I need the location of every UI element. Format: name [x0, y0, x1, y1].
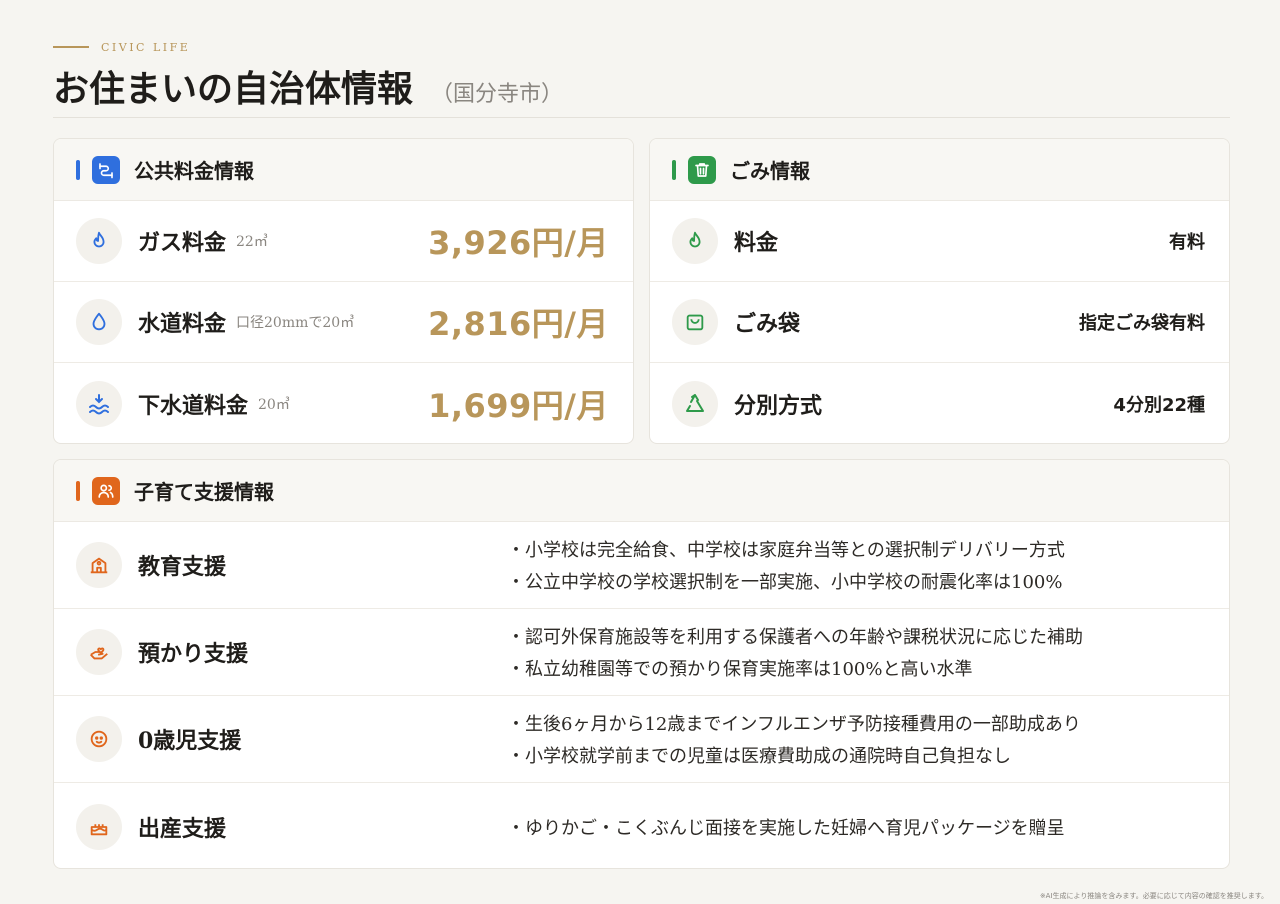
garbage-card: ごみ情報 料金 有料 ごみ袋 指定ごみ袋有料 分別方式 4分別22種: [649, 138, 1230, 444]
utility-label: 下水道料金: [138, 392, 249, 419]
childcare-card: 子育て支援情報 教育支援 ・小学校は完全給食、中学校は家庭弁当等との選択制デリバ…: [53, 459, 1230, 869]
garbage-row-sorting: 分別方式 4分別22種: [650, 363, 1229, 443]
eyebrow-line: [53, 46, 89, 48]
bullet-item: ・小学校は完全給食、中学校は家庭弁当等との選択制デリバリー方式: [507, 540, 1065, 561]
garbage-row-fee: 料金 有料: [650, 201, 1229, 282]
bullet-item: ・私立幼稚園等での預かり保育実施率は100%と高い水準: [507, 659, 973, 680]
bullet-item: ・ゆりかご・こくぶんじ面接を実施した妊婦へ育児パッケージを贈呈: [507, 817, 1065, 839]
utility-row-water: 水道料金 口径20mmで20㎥ 2,816円/月: [54, 282, 633, 363]
utilities-card: 公共料金情報 ガス料金 22㎥ 3,926円/月 水道料金 口径20mmで20㎥…: [53, 138, 634, 444]
childcare-label: 教育支援: [138, 554, 227, 580]
bullet-item: ・生後6ヶ月から12歳までインフルエンザ予防接種費用の一部助成あり: [507, 714, 1081, 735]
garbage-title: ごみ情報: [730, 159, 810, 183]
childcare-row-birth: 出産支援 ・ゆりかご・こくぶんじ面接を実施した妊婦へ育児パッケージを贈呈: [54, 783, 1229, 868]
utility-note: 20㎥: [258, 396, 290, 413]
childcare-card-header: 子育て支援情報: [54, 460, 1229, 522]
flame-icon: [672, 218, 718, 264]
water-drop-icon: [76, 299, 122, 345]
bullet-list: ・認可外保育施設等を利用する保護者への年齢や課税状況に応じた補助 ・私立幼稚園等…: [507, 623, 1083, 681]
cake-icon: [76, 803, 122, 850]
garbage-value: 有料: [1169, 232, 1205, 253]
page-title: お住まいの自治体情報: [53, 68, 414, 110]
garbage-label: 分別方式: [734, 392, 823, 419]
header-accent-bar: [672, 159, 676, 180]
bullet-item: ・認可外保育施設等を利用する保護者への年齢や課税状況に応じた補助: [507, 627, 1083, 648]
bullet-item: ・小学校就学前までの児童は医療費助成の通院時自己負担なし: [507, 746, 1011, 767]
page-subtitle: （国分寺市）: [431, 82, 564, 107]
garbage-row-bag: ごみ袋 指定ごみ袋有料: [650, 282, 1229, 363]
header-accent-bar: [76, 480, 80, 501]
childcare-row-infant: 0歳児支援 ・生後6ヶ月から12歳までインフルエンザ予防接種費用の一部助成あり …: [54, 696, 1229, 783]
childcare-label: 預かり支援: [138, 641, 249, 667]
utility-value: 2,816円/月: [428, 305, 609, 343]
bullet-list: ・生後6ヶ月から12歳までインフルエンザ予防接種費用の一部助成あり ・小学校就学…: [507, 710, 1081, 768]
bullet-list: ・小学校は完全給食、中学校は家庭弁当等との選択制デリバリー方式 ・公立中学校の学…: [507, 536, 1065, 594]
utility-label: 水道料金: [138, 311, 227, 337]
header-divider: [53, 117, 1230, 118]
recycle-icon: [672, 380, 718, 427]
childcare-row-daycare: 預かり支援 ・認可外保育施設等を利用する保護者への年齢や課税状況に応じた補助 ・…: [54, 609, 1229, 696]
utility-note: 口径20mmで20㎥: [236, 315, 355, 331]
utility-row-sewage: 下水道料金 20㎥ 1,699円/月: [54, 363, 633, 443]
school-icon: [76, 542, 122, 588]
garbage-label: 料金: [734, 230, 779, 256]
garbage-value: 4分別22種: [1113, 394, 1205, 416]
bullet-item: ・公立中学校の学校選択制を一部実施、小中学校の耐震化率は100%: [507, 572, 1063, 593]
sewage-waves-icon: [76, 380, 122, 427]
hand-heart-icon: [76, 629, 122, 675]
baby-icon: [76, 716, 122, 762]
users-icon: [92, 476, 120, 505]
utilities-card-header: 公共料金情報: [54, 139, 633, 201]
garbage-value: 指定ごみ袋有料: [1079, 313, 1205, 334]
garbage-label: ごみ袋: [734, 311, 801, 337]
utility-row-gas: ガス料金 22㎥ 3,926円/月: [54, 201, 633, 282]
utility-note: 22㎥: [236, 234, 268, 250]
utility-value: 1,699円/月: [428, 386, 609, 425]
footnote: ※AI生成により推論を含みます。必要に応じて内容の確認を推奨します。: [1039, 892, 1268, 900]
pipe-icon: [92, 155, 120, 184]
shopping-bag-icon: [672, 299, 718, 345]
eyebrow: CIVIC LIFE: [53, 38, 1230, 56]
trash-icon: [688, 155, 716, 184]
eyebrow-text: CIVIC LIFE: [101, 40, 191, 54]
childcare-label: 0歳児支援: [138, 728, 242, 754]
page-header: CIVIC LIFE お住まいの自治体情報 （国分寺市）: [53, 38, 1230, 112]
childcare-row-education: 教育支援 ・小学校は完全給食、中学校は家庭弁当等との選択制デリバリー方式 ・公立…: [54, 522, 1229, 609]
utility-label: ガス料金: [138, 230, 227, 256]
childcare-label: 出産支援: [138, 815, 227, 842]
childcare-title: 子育て支援情報: [134, 480, 274, 504]
flame-icon: [76, 218, 122, 264]
bullet-list: ・ゆりかご・こくぶんじ面接を実施した妊婦へ育児パッケージを贈呈: [507, 814, 1065, 840]
header-accent-bar: [76, 159, 80, 180]
utilities-title: 公共料金情報: [134, 159, 254, 183]
utility-value: 3,926円/月: [428, 224, 609, 262]
garbage-card-header: ごみ情報: [650, 139, 1229, 201]
